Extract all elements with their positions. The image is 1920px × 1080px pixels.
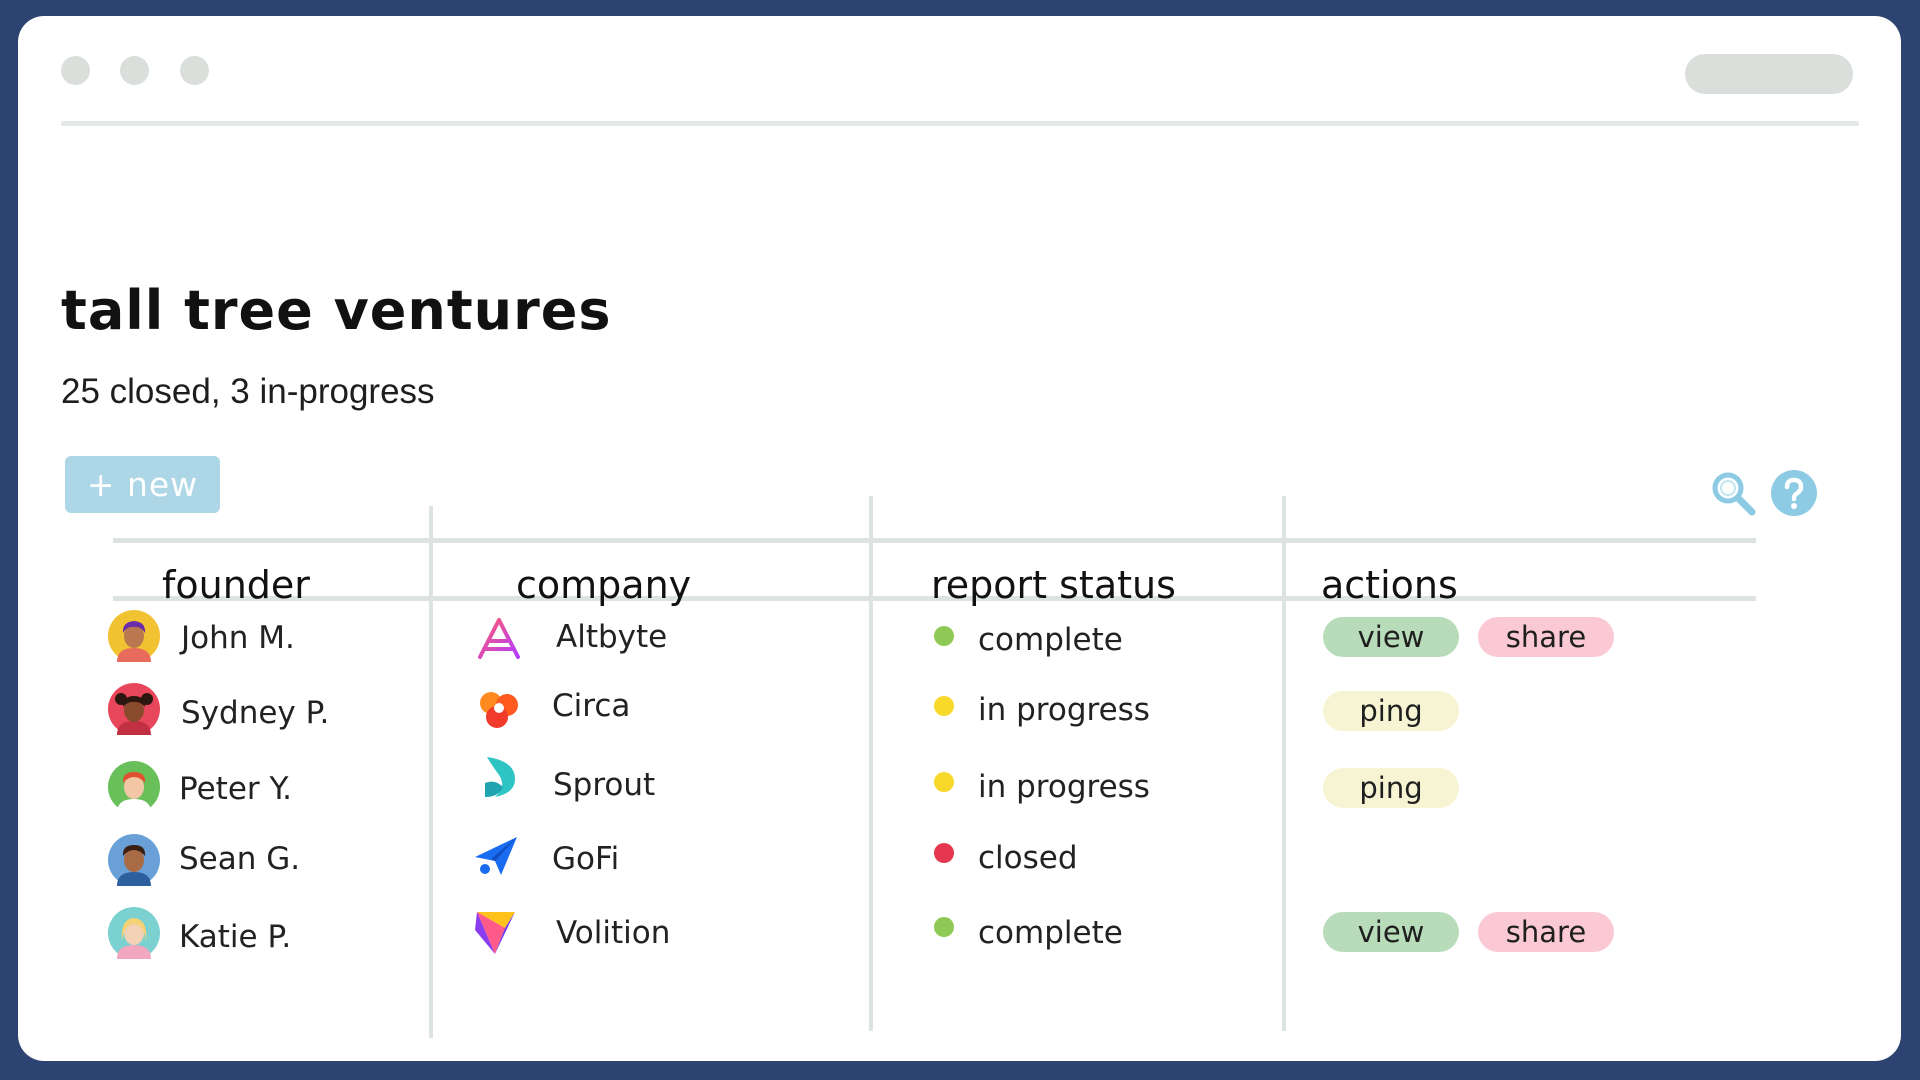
column-header-report-status[interactable]: report status	[931, 566, 1176, 604]
share-button[interactable]: share	[1478, 617, 1614, 657]
view-button[interactable]: view	[1323, 617, 1459, 657]
status-dot-in-progress	[934, 696, 954, 716]
search-icon[interactable]	[1710, 470, 1758, 518]
avatar	[108, 907, 160, 959]
company-name: GoFi	[552, 841, 620, 877]
app-window: tall tree ventures 25 closed, 3 in-progr…	[18, 16, 1901, 1061]
gofi-logo-icon	[471, 831, 521, 881]
circa-logo-icon	[474, 683, 524, 733]
column-header-actions[interactable]: actions	[1321, 566, 1458, 604]
altbyte-logo-icon	[474, 615, 524, 665]
report-status: in progress	[978, 769, 1150, 805]
founder-name: John M.	[181, 620, 295, 656]
avatar	[108, 834, 160, 886]
report-status: in progress	[978, 692, 1150, 728]
ping-button[interactable]: ping	[1323, 768, 1459, 808]
volition-logo-icon	[471, 906, 521, 956]
company-name: Sprout	[553, 767, 656, 803]
status-dot-closed	[934, 843, 954, 863]
chrome-divider	[61, 121, 1859, 126]
window-dot-close[interactable]	[61, 56, 90, 85]
table-top-rule	[113, 538, 1756, 543]
view-button[interactable]: view	[1323, 912, 1459, 952]
column-divider	[869, 496, 873, 1031]
column-header-company[interactable]: company	[516, 566, 691, 604]
address-bar[interactable]	[1685, 54, 1853, 94]
founder-name: Sydney P.	[181, 695, 330, 731]
company-name: Altbyte	[556, 619, 668, 655]
status-dot-complete	[934, 626, 954, 646]
report-status: complete	[978, 915, 1123, 951]
founder-name: Peter Y.	[179, 771, 292, 807]
status-dot-complete	[934, 917, 954, 937]
column-header-founder[interactable]: founder	[162, 566, 310, 604]
avatar	[108, 610, 160, 662]
window-dot-maximize[interactable]	[180, 56, 209, 85]
column-divider	[429, 506, 433, 1038]
report-status: complete	[978, 622, 1123, 658]
company-name: Circa	[552, 688, 631, 724]
ping-button[interactable]: ping	[1323, 691, 1459, 731]
avatar	[108, 683, 160, 735]
founder-name: Sean G.	[179, 841, 301, 877]
avatar	[108, 761, 160, 813]
column-divider	[1282, 496, 1286, 1031]
page-title: tall tree ventures	[61, 279, 612, 342]
help-icon[interactable]	[1770, 469, 1818, 517]
new-button[interactable]: + new	[65, 456, 220, 513]
sprout-logo-icon	[477, 753, 527, 803]
company-name: Volition	[556, 915, 671, 951]
report-status: closed	[978, 840, 1078, 876]
founder-name: Katie P.	[179, 919, 292, 955]
deal-summary: 25 closed, 3 in-progress	[61, 372, 435, 411]
status-dot-in-progress	[934, 772, 954, 792]
share-button[interactable]: share	[1478, 912, 1614, 952]
window-dot-minimize[interactable]	[120, 56, 149, 85]
